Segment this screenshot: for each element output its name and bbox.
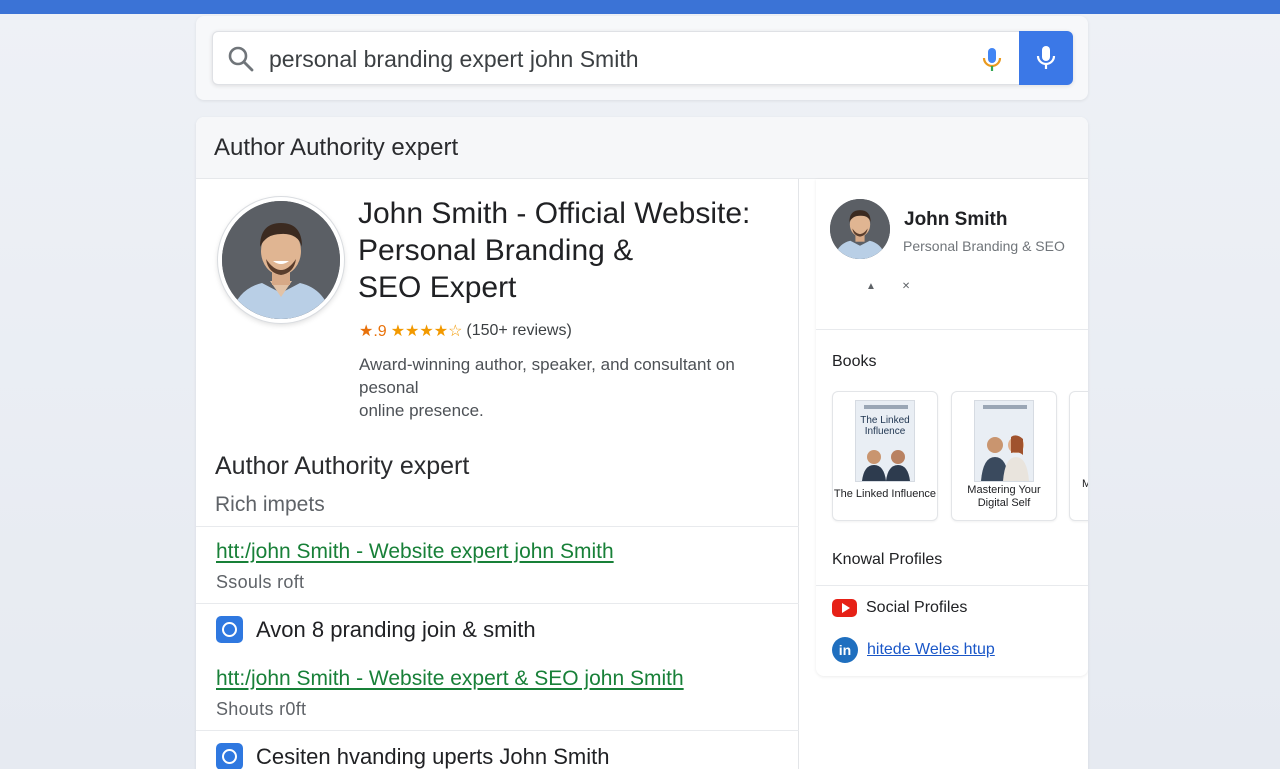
browser-top-bar — [0, 0, 1280, 14]
mic-icon[interactable] — [978, 45, 1006, 73]
list-item[interactable]: Avon 8 pranding join & smith — [216, 616, 536, 643]
youtube-icon — [832, 599, 857, 617]
divider — [816, 585, 1088, 586]
social-profiles-row[interactable]: Social Profiles — [832, 599, 967, 617]
result-link[interactable]: htt:/john Smith - Website expert john Sm… — [216, 540, 614, 564]
voice-search-button[interactable] — [1019, 31, 1073, 85]
list-item[interactable]: Cesiten hvanding uperts John Smith — [216, 743, 609, 769]
linkedin-link[interactable]: hitede Weles htup — [867, 641, 995, 659]
panel-name: John Smith — [904, 209, 1008, 230]
book-cover-title: The Linked Influence — [860, 415, 910, 437]
book-card[interactable]: Mastering Your Digital Self — [951, 391, 1057, 521]
knowledge-panel: John Smith Personal Branding & SEO ▲ ✕ B… — [816, 179, 1088, 676]
linkedin-icon: in — [832, 637, 858, 663]
rating-value: ★.9 — [359, 323, 387, 340]
caret-up-icon[interactable]: ▲ — [866, 281, 876, 292]
list-item-label: Cesiten hvanding uperts John Smith — [256, 743, 610, 769]
book-cover: The Linked Influence — [855, 400, 915, 482]
section-subtitle: Rich impets — [215, 493, 325, 516]
list-item-label: Avon 8 pranding join & smith — [256, 616, 536, 642]
divider — [816, 329, 1088, 330]
panel-subtitle: Personal Branding & SEO — [903, 238, 1065, 254]
result-link-subtext: Ssouls roft — [216, 572, 305, 592]
book-cover — [974, 400, 1034, 482]
results-column: John Smith - Official Website: Personal … — [196, 179, 799, 769]
section-title: Author Authority expert — [215, 452, 470, 480]
rating-row: ★.9 ★★★★☆ (150+ reviews) — [359, 321, 572, 341]
linkedin-row[interactable]: in hitede Weles htup — [832, 637, 995, 663]
people-photo-icon — [981, 435, 1029, 481]
star-rating-icon: ★★★★☆ — [390, 323, 463, 340]
card-header-title: Author Authority expert — [196, 117, 1088, 179]
profiles-heading: Knowal Profiles — [832, 551, 943, 568]
mic-icon — [1036, 46, 1056, 69]
person-photo-icon — [830, 199, 890, 259]
book-card[interactable]: The Linked Influence The Linked Influenc… — [832, 391, 938, 521]
result-title-line: John Smith - Official Website: — [358, 197, 751, 230]
book-title: M — [1082, 478, 1088, 490]
snippet-line: Award-winning author, speaker, and consu… — [359, 355, 735, 397]
book-title: The Linked Influence — [833, 488, 937, 500]
divider — [196, 730, 799, 731]
person-photo-icon — [222, 201, 340, 319]
panel-avatar[interactable] — [830, 199, 890, 259]
review-count: (150+ reviews) — [466, 322, 572, 339]
books-heading: Books — [832, 353, 877, 370]
search-input[interactable] — [269, 42, 969, 76]
result-title-line: Personal Branding & — [358, 234, 634, 267]
result-link[interactable]: htt:/john Smith - Website expert & SEO j… — [216, 667, 684, 691]
snippet-line: online presence. — [359, 401, 484, 420]
search-box[interactable] — [212, 31, 1073, 85]
result-title-line: SEO Expert — [358, 271, 517, 304]
panel-action-icons: ▲ ✕ — [866, 281, 910, 292]
app-icon — [216, 616, 243, 643]
search-card — [196, 16, 1088, 100]
people-photo-icon — [862, 450, 910, 481]
close-icon[interactable]: ✕ — [902, 281, 910, 292]
app-icon — [216, 743, 243, 769]
book-title: Mastering Your Digital Self — [967, 484, 1041, 509]
social-profiles-label: Social Profiles — [866, 599, 968, 616]
result-snippet: Award-winning author, speaker, and consu… — [359, 353, 789, 422]
result-title[interactable]: John Smith - Official Website: Personal … — [358, 195, 778, 306]
author-avatar[interactable] — [218, 197, 344, 323]
result-link-subtext: Shouts r0ft — [216, 699, 307, 719]
results-card: Author Authority expert John Smith - Off… — [196, 117, 1088, 769]
book-card[interactable]: M — [1069, 391, 1088, 521]
divider — [196, 603, 799, 604]
search-icon[interactable] — [227, 45, 255, 73]
divider — [196, 526, 799, 527]
